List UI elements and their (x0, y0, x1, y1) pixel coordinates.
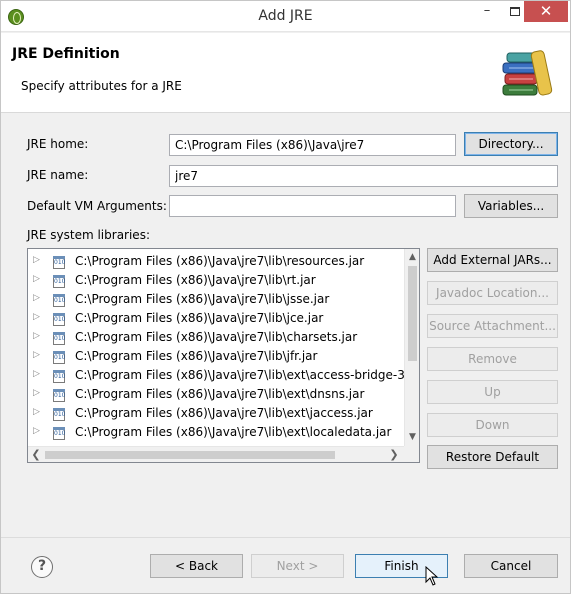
up-button[interactable]: Up (427, 380, 558, 404)
scroll-left-icon[interactable]: ❮ (28, 447, 44, 462)
library-path: C:\Program Files (x86)\Java\jre7\lib\rt.… (75, 273, 316, 287)
minimize-button[interactable]: – (473, 1, 501, 23)
vertical-scrollbar[interactable]: ▲ ▼ (404, 249, 419, 446)
back-button[interactable]: < Back (150, 554, 243, 578)
header-banner: JRE Definition Specify attributes for a … (1, 33, 570, 113)
library-path: C:\Program Files (x86)\Java\jre7\lib\jce… (75, 311, 324, 325)
close-button[interactable]: ✕ (524, 1, 568, 22)
expand-arrow-icon[interactable]: ▷ (33, 331, 40, 341)
library-path: C:\Program Files (x86)\Java\jre7\lib\res… (75, 254, 365, 268)
add-external-jars-button[interactable]: Add External JARs... (427, 248, 558, 272)
source-attachment-button[interactable]: Source Attachment... (427, 314, 558, 338)
library-path: C:\Program Files (x86)\Java\jre7\lib\ext… (75, 406, 373, 420)
jre-home-input[interactable] (169, 134, 456, 156)
expand-arrow-icon[interactable]: ▷ (33, 388, 40, 398)
expand-arrow-icon[interactable]: ▷ (33, 407, 40, 417)
library-path: C:\Program Files (x86)\Java\jre7\lib\jfr… (75, 349, 318, 363)
vm-arguments-label: Default VM Arguments: (27, 199, 167, 213)
restore-default-button[interactable]: Restore Default (427, 445, 558, 469)
library-path: C:\Program Files (x86)\Java\jre7\lib\ext… (75, 425, 392, 439)
javadoc-location-button[interactable]: Javadoc Location... (427, 281, 558, 305)
remove-button[interactable]: Remove (427, 347, 558, 371)
jar-file-icon: 010 (53, 332, 65, 345)
down-button[interactable]: Down (427, 413, 558, 437)
cancel-button[interactable]: Cancel (464, 554, 558, 578)
expand-arrow-icon[interactable]: ▷ (33, 426, 40, 436)
jre-home-label: JRE home: (27, 137, 89, 151)
vertical-scroll-thumb[interactable] (408, 266, 417, 361)
add-jre-dialog: Add JRE – ✕ JRE Definition Specify attri… (0, 0, 571, 594)
directory-button[interactable]: Directory... (464, 132, 558, 156)
footer-separator (1, 537, 570, 538)
system-libraries-list[interactable]: ▷ 010 C:\Program Files (x86)\Java\jre7\lib… (27, 248, 420, 463)
expand-arrow-icon[interactable]: ▷ (33, 274, 40, 284)
jar-file-icon: 010 (53, 351, 65, 364)
jre-library-books-icon (502, 50, 553, 96)
jar-file-icon: 010 (53, 256, 65, 269)
vm-arguments-input[interactable] (169, 195, 456, 217)
jre-name-input[interactable] (169, 165, 558, 187)
maximize-icon (510, 7, 520, 16)
horizontal-scroll-thumb[interactable] (45, 451, 335, 459)
expand-arrow-icon[interactable]: ▷ (33, 255, 40, 265)
horizontal-scrollbar[interactable]: ❮ ❯ (28, 446, 404, 462)
jar-file-icon: 010 (53, 427, 65, 440)
library-path: C:\Program Files (x86)\Java\jre7\lib\jss… (75, 292, 330, 306)
banner-description: Specify attributes for a JRE (21, 79, 182, 93)
next-button[interactable]: Next > (251, 554, 344, 578)
jar-file-icon: 010 (53, 275, 65, 288)
jar-file-icon: 010 (53, 389, 65, 402)
expand-arrow-icon[interactable]: ▷ (33, 369, 40, 379)
help-icon[interactable]: ? (31, 556, 53, 578)
banner-title: JRE Definition (12, 46, 120, 62)
title-bar[interactable]: Add JRE – ✕ (1, 1, 570, 32)
variables-button[interactable]: Variables... (464, 194, 558, 218)
jar-file-icon: 010 (53, 370, 65, 383)
expand-arrow-icon[interactable]: ▷ (33, 293, 40, 303)
scroll-down-icon[interactable]: ▼ (405, 429, 419, 445)
jar-file-icon: 010 (53, 294, 65, 307)
jre-name-label: JRE name: (27, 168, 89, 182)
expand-arrow-icon[interactable]: ▷ (33, 312, 40, 322)
scroll-right-icon[interactable]: ❯ (386, 447, 402, 462)
library-path: C:\Program Files (x86)\Java\jre7\lib\cha… (75, 330, 358, 344)
library-path: C:\Program Files (x86)\Java\jre7\lib\ext… (75, 368, 404, 382)
scroll-up-icon[interactable]: ▲ (405, 249, 419, 265)
jar-file-icon: 010 (53, 408, 65, 421)
mouse-cursor-icon (425, 566, 439, 586)
scrollbar-corner (404, 446, 419, 462)
jar-file-icon: 010 (53, 313, 65, 326)
expand-arrow-icon[interactable]: ▷ (33, 350, 40, 360)
library-list-body: ▷ 010 C:\Program Files (x86)\Java\jre7\lib… (28, 249, 404, 446)
library-path: C:\Program Files (x86)\Java\jre7\lib\ext… (75, 387, 365, 401)
system-libraries-label: JRE system libraries: (27, 228, 150, 242)
